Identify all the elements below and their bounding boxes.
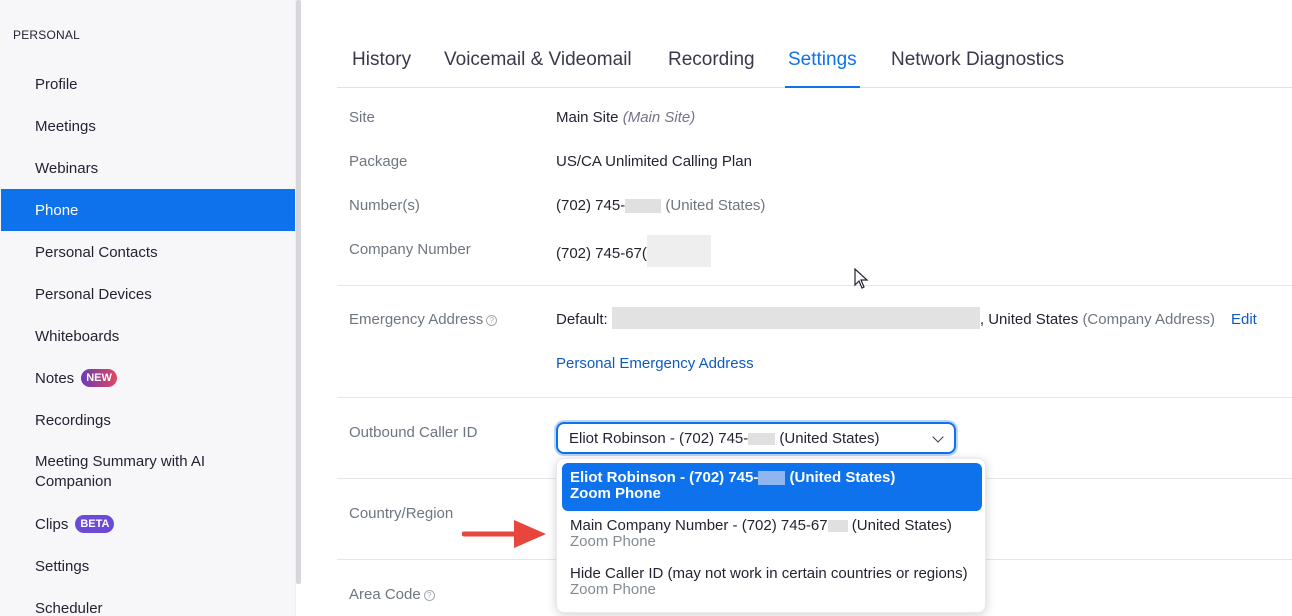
sidebar-item-personal-devices[interactable]: Personal Devices — [1, 273, 295, 315]
emergency-address-value: Default: , United States (Company Addres… — [556, 307, 1215, 330]
emergency-prefix: Default: — [556, 311, 608, 328]
option-title: Hide Caller ID (may not work in certain … — [570, 566, 974, 582]
site-name: Main Site — [556, 109, 619, 126]
sidebar-item-profile[interactable]: Profile — [1, 63, 295, 105]
sidebar-item-label: Meetings — [35, 117, 96, 135]
caller-id-option[interactable]: Eliot Robinson - (702) 745- (United Stat… — [562, 463, 982, 511]
sidebar-item-personal-contacts[interactable]: Personal Contacts — [1, 231, 295, 273]
option-title-text: Eliot Robinson - (702) 745- — [570, 469, 759, 486]
numbers-value: (702) 745- (United States) — [556, 197, 765, 214]
sidebar-item-label: Phone — [35, 201, 79, 219]
numbers-label: Number(s) — [349, 197, 420, 214]
sidebar-item-label: Personal Devices — [35, 285, 152, 303]
country-region-label: Country/Region — [349, 505, 454, 522]
tab-voicemail-videomail[interactable]: Voicemail & Videomail — [444, 49, 632, 88]
caller-id-dropdown: Eliot Robinson - (702) 745- (United Stat… — [556, 458, 986, 613]
emergency-country: , United States — [979, 311, 1079, 328]
option-title-text: Main Company Number - (702) 745-67 — [570, 517, 828, 534]
tab-recording[interactable]: Recording — [668, 49, 755, 88]
area-code-label-text: Area Code — [349, 586, 421, 603]
option-title: Eliot Robinson - (702) 745- (United Stat… — [570, 470, 974, 486]
sidebar-nav: Profile Meetings Webinars Phone Personal… — [1, 63, 295, 616]
sidebar-item-label: Personal Contacts — [35, 243, 158, 261]
emergency-address-label: Emergency Address? — [349, 311, 498, 328]
redacted-block — [646, 235, 711, 267]
phone-number: (702) 745- — [556, 197, 626, 214]
numbers-note: (United States) — [665, 197, 766, 214]
chevron-down-icon — [932, 431, 944, 443]
phone-tabs: History Voicemail & Videomail Recording … — [337, 41, 1292, 88]
sidebar-item-clips[interactable]: Clips BETA — [1, 503, 295, 545]
divider — [337, 285, 1292, 286]
site-label: Site — [349, 109, 375, 126]
emergency-note: (Company Address) — [1082, 311, 1215, 328]
sidebar-item-label: Settings — [35, 557, 90, 575]
annotation-arrow-icon — [462, 520, 546, 548]
mouse-cursor-icon — [854, 268, 869, 289]
sidebar-item-label: Scheduler — [35, 599, 103, 616]
option-subtitle: Zoom Phone — [570, 581, 656, 598]
redacted-block — [625, 199, 662, 214]
sidebar-item-settings[interactable]: Settings — [1, 545, 295, 587]
sidebar-item-meeting-summary[interactable]: Meeting Summary with AI Companion — [1, 441, 295, 503]
outbound-caller-id-select[interactable]: Eliot Robinson - (702) 745- (United Stat… — [556, 422, 956, 454]
help-icon[interactable]: ? — [423, 589, 435, 601]
company-phone-number: (702) 745-67( — [556, 244, 647, 262]
sidebar-item-meetings[interactable]: Meetings — [1, 105, 295, 147]
outbound-caller-id-label: Outbound Caller ID — [349, 424, 478, 441]
caller-id-option[interactable]: Hide Caller ID (may not work in certain … — [562, 559, 982, 607]
package-value: US/CA Unlimited Calling Plan — [556, 153, 752, 170]
edit-emergency-link[interactable]: Edit — [1231, 311, 1257, 328]
tab-history[interactable]: History — [352, 49, 411, 88]
sidebar-item-webinars[interactable]: Webinars — [1, 147, 295, 189]
sidebar-item-label: Profile — [35, 75, 78, 93]
caller-id-option[interactable]: Main Company Number - (702) 745-67 (Unit… — [562, 511, 982, 559]
divider — [337, 397, 1292, 398]
option-subtitle: Zoom Phone — [570, 533, 656, 550]
option-subtitle: Zoom Phone — [570, 485, 661, 502]
sidebar-item-label: Meeting Summary with AI Companion — [35, 453, 206, 490]
sidebar-item-phone[interactable]: Phone — [1, 189, 295, 231]
sidebar-item-label: Whiteboards — [35, 327, 120, 345]
area-code-label: Area Code? — [349, 586, 435, 603]
sidebar-section-title: PERSONAL — [13, 28, 80, 42]
sidebar-item-label: Clips — [35, 515, 69, 533]
company-number-value: (702) 745-67( — [556, 235, 711, 267]
sidebar-item-label: Recordings — [35, 411, 111, 429]
site-note: (Main Site) — [622, 109, 696, 126]
redacted-block — [758, 471, 786, 486]
selected-caller-id: Eliot Robinson - (702) 745- (United Stat… — [569, 430, 879, 447]
sidebar-item-scheduler[interactable]: Scheduler — [1, 587, 295, 616]
personal-emergency-address-link[interactable]: Personal Emergency Address — [556, 355, 754, 372]
new-badge: NEW — [81, 369, 117, 387]
tab-settings[interactable]: Settings — [785, 49, 860, 88]
tab-network-diagnostics[interactable]: Network Diagnostics — [891, 49, 1064, 88]
caller-id-country: (United States) — [775, 429, 880, 447]
redacted-block — [827, 520, 848, 533]
sidebar-item-label: Webinars — [35, 159, 99, 177]
option-title-country: (United States) — [785, 469, 896, 486]
package-label: Package — [349, 153, 408, 170]
sidebar: PERSONAL Profile Meetings Webinars Phone… — [0, 0, 296, 616]
emergency-address-label-text: Emergency Address — [349, 311, 484, 328]
option-title: Main Company Number - (702) 745-67 (Unit… — [570, 518, 974, 534]
help-icon[interactable]: ? — [486, 314, 498, 326]
site-value: Main Site (Main Site) — [556, 109, 695, 126]
company-number-label: Company Number — [349, 241, 471, 258]
beta-badge: BETA — [75, 515, 115, 533]
sidebar-item-notes[interactable]: Notes NEW — [1, 357, 295, 399]
sidebar-item-recordings[interactable]: Recordings — [1, 399, 295, 441]
sidebar-scrollbar[interactable] — [296, 0, 301, 584]
option-title-text: Hide Caller ID (may not work in certain … — [570, 565, 968, 582]
redacted-block — [748, 432, 776, 445]
option-title-country: (United States) — [847, 517, 952, 534]
redacted-block — [611, 307, 980, 330]
sidebar-item-label: Notes — [35, 369, 75, 387]
sidebar-item-whiteboards[interactable]: Whiteboards — [1, 315, 295, 357]
caller-id-text: Eliot Robinson - (702) 745- — [569, 429, 749, 447]
